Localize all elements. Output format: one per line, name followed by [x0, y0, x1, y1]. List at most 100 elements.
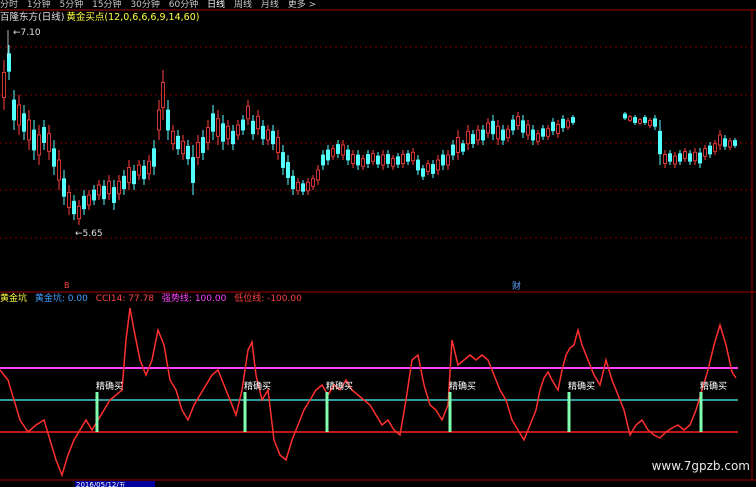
watermark: www.7gpzb.com [651, 459, 750, 473]
candle-body [131, 170, 136, 185]
candle-body [653, 118, 658, 127]
candle-body [475, 129, 480, 141]
candle-body [551, 121, 556, 132]
indicator-name: 黄金坑 [0, 294, 28, 304]
indicator-legend: 黄金坑 黄金坑: 0.00 CCI14: 77.78 强势线: 100.00 低… [0, 293, 307, 305]
candle-body [733, 140, 738, 146]
buy-signal-label: 精确买 [568, 380, 595, 392]
buy-signal-label: 精确买 [449, 380, 476, 392]
candle-body [97, 184, 102, 196]
candle-body [300, 183, 305, 192]
candle-body [385, 154, 390, 164]
candle-body [340, 144, 345, 156]
candle-body [510, 119, 515, 131]
candle-body [200, 137, 205, 153]
candle-body [623, 113, 628, 119]
candle-body [526, 124, 531, 136]
candle-body [255, 115, 260, 130]
date-label: 2016/05/12/五 [76, 481, 126, 487]
candle-body [643, 117, 648, 123]
candle-body [190, 157, 195, 183]
candle-body [455, 137, 460, 153]
candle-body [210, 113, 215, 132]
candle-body [107, 180, 112, 195]
candle-body [405, 153, 410, 162]
candle-body [435, 159, 440, 171]
candle-body [215, 118, 220, 137]
candle-body [445, 154, 450, 166]
candle-body [11, 99, 16, 121]
candle-body [290, 175, 295, 190]
candle-body [325, 149, 330, 161]
candle-body [713, 143, 718, 152]
candle-body [16, 104, 21, 126]
buy-signal-label: 精确买 [326, 380, 353, 392]
candle-body [127, 167, 132, 183]
candle-body [305, 181, 310, 192]
buy-signal-bar [243, 392, 247, 432]
candle-body [415, 159, 420, 171]
stock-chart[interactable]: ←7.10 ←5.65 B 财精确买 精确买 精确买 精确买 精确买 精确买 2016/05/12… [0, 0, 756, 487]
candle-body [531, 129, 536, 141]
candle-body [160, 82, 165, 108]
candle-body [117, 180, 122, 195]
candle-body [688, 153, 693, 162]
candle-body [365, 154, 370, 164]
candle-body [536, 133, 541, 142]
candle-body [430, 164, 435, 174]
candle-body [156, 109, 161, 131]
buy-signal-bar [325, 392, 329, 432]
candle-body [395, 156, 400, 165]
candle-body [633, 117, 638, 123]
candle-body [77, 205, 82, 220]
candle-body [92, 189, 97, 201]
candle-body [205, 127, 210, 143]
candle-body [225, 125, 230, 140]
candle-body [500, 129, 505, 141]
candle-body [47, 133, 52, 152]
candle-body [151, 148, 156, 167]
buy-signal-bar [95, 392, 99, 432]
candle-body [490, 120, 495, 135]
candle-body [180, 140, 185, 155]
candle-body [42, 127, 47, 143]
candle-body [673, 155, 678, 165]
candle-body [541, 128, 546, 137]
candle-body [546, 128, 551, 137]
candle-body [683, 151, 688, 159]
candle-body [556, 124, 561, 134]
candle-body [571, 117, 576, 123]
candle-body [265, 129, 270, 141]
candle-body [2, 72, 7, 98]
candle-body [285, 162, 290, 178]
candle-body [698, 152, 703, 164]
candle-body [728, 140, 733, 148]
candle-body [460, 143, 465, 152]
candle-body [102, 185, 107, 200]
candle-body [170, 130, 175, 145]
candle-body [390, 158, 395, 167]
candle-body [240, 119, 245, 131]
candle-body [175, 135, 180, 150]
candle-body [638, 119, 643, 124]
candle-body [400, 154, 405, 164]
candle-body [420, 168, 425, 177]
candle-body [52, 148, 57, 167]
event-marker-right: 财 [512, 280, 521, 292]
candle-body [410, 151, 415, 162]
candle-body [350, 154, 355, 164]
candle-body [260, 125, 265, 140]
legend-strong-line: 强势线: 100.00 [161, 294, 227, 304]
candle-body [470, 134, 475, 144]
candle-body [561, 118, 566, 129]
candle-body [425, 163, 430, 172]
buy-signal-bar [567, 392, 571, 432]
candle-body [270, 130, 275, 145]
legend-cci: CCI14: 77.78 [95, 294, 155, 304]
candle-body [87, 194, 92, 206]
candle-body [26, 119, 31, 141]
candle-body [495, 125, 500, 140]
candle-body [235, 124, 240, 136]
candle-body [566, 120, 571, 128]
candle-body [516, 116, 521, 126]
